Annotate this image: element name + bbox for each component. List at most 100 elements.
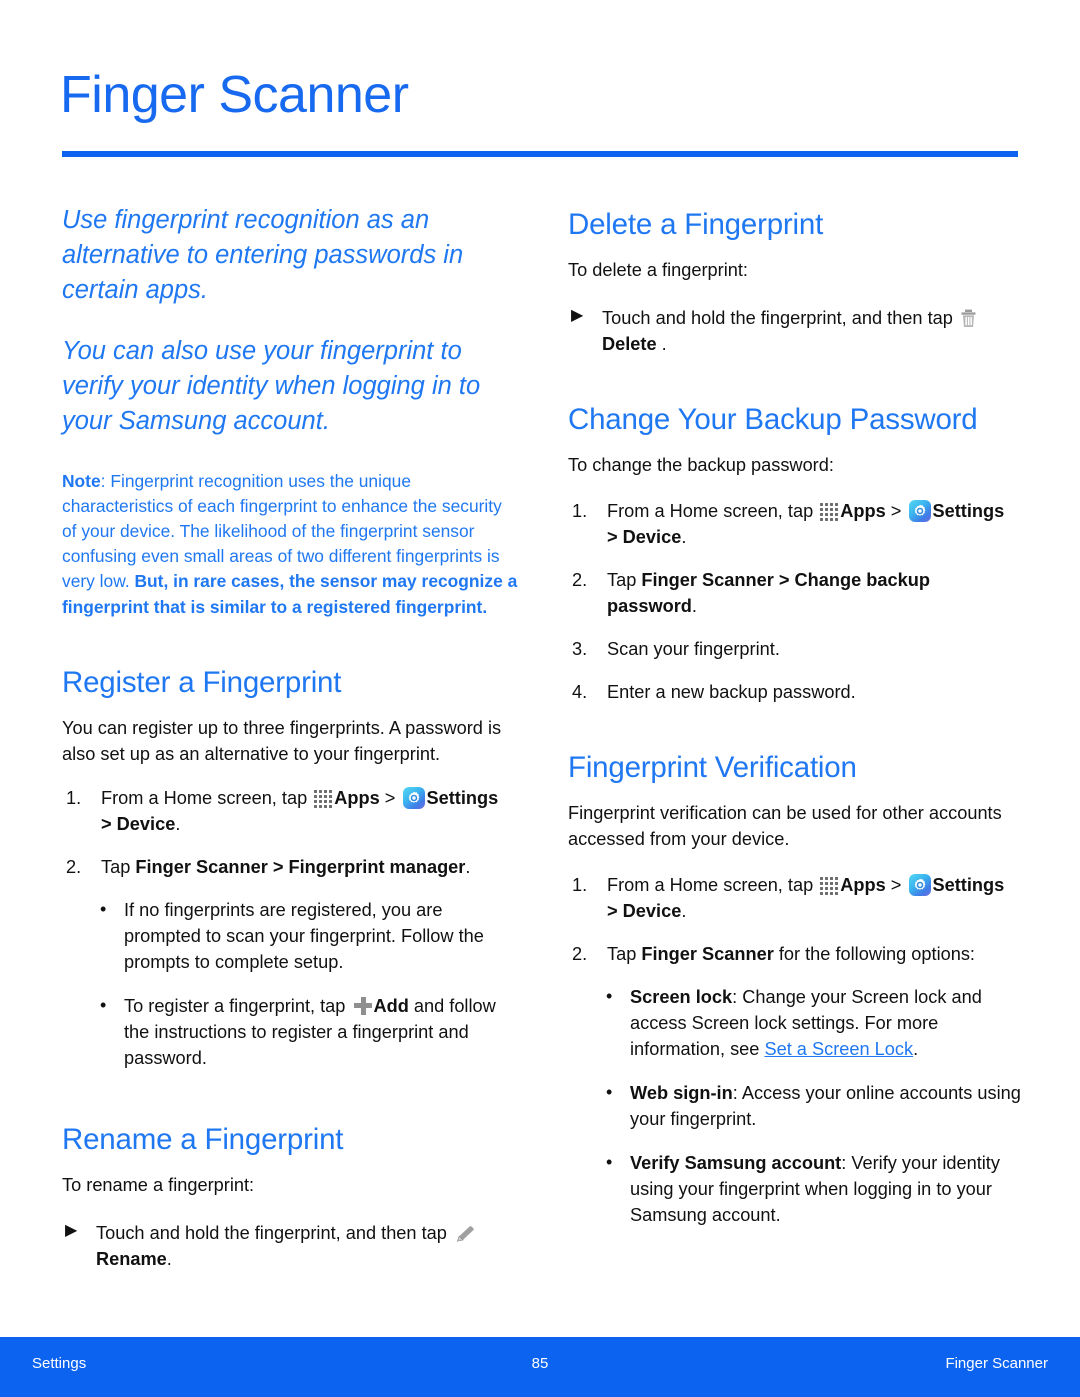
settings-icon [909, 873, 932, 896]
verification-intro: Fingerprint verification can be used for… [568, 802, 1002, 849]
gear-glyph [409, 791, 420, 803]
step-separator: > [885, 500, 907, 521]
list-item: 3. Scan your fingerprint. [568, 636, 1024, 662]
step-end: . [656, 333, 667, 354]
rename-label: Rename [96, 1248, 167, 1269]
section-heading-delete: Delete a Fingerprint [568, 208, 824, 241]
add-plus-icon [353, 996, 373, 1016]
bullet-glyph: • [100, 898, 107, 919]
step-text-pre: Tap [101, 856, 136, 877]
title-divider [62, 151, 1018, 157]
step-number: 2. [66, 856, 82, 877]
bullet-text: If no fingerprints are registered, you a… [124, 899, 484, 972]
change-backup-intro: To change the backup password: [568, 454, 834, 475]
lead-paragraph-1: Use fingerprint recognition as an altern… [62, 206, 464, 304]
list-item: 2. Tap Finger Scanner > Fingerprint manag… [62, 854, 518, 880]
step-tail-bold: > Device [607, 526, 682, 547]
register-bullets: • If no fingerprints are registered, you … [62, 897, 518, 1071]
step-number: 1. [572, 874, 588, 895]
option-term-screen-lock: Screen lock [630, 986, 733, 1007]
step-text: Scan your fingerprint. [607, 638, 780, 659]
step-tail-end: . [681, 526, 687, 547]
section-heading-register: Register a Fingerprint [62, 665, 342, 699]
apps-grid-icon [820, 876, 839, 895]
step-end: . [166, 1248, 172, 1269]
add-label: Add [373, 995, 409, 1016]
step-end: . [465, 856, 471, 877]
settings-icon [909, 499, 932, 522]
step-text-pre: Tap [607, 943, 642, 964]
list-item: ▶ Touch and hold the fingerprint, and the… [62, 1220, 518, 1272]
left-column: Use fingerprint recognition as an altern… [62, 203, 518, 1286]
list-item: • Screen lock: Change your Screen lock an… [604, 984, 1024, 1062]
trash-icon [960, 309, 977, 328]
section-heading-fingerprint-verification: Fingerprint Verification [568, 750, 857, 784]
step-number: 4. [572, 681, 588, 702]
footer-topic-label: Finger Scanner [945, 1355, 1048, 1372]
list-item: 2. Tap Finger Scanner for the following o… [568, 941, 1024, 967]
bullet-glyph: • [606, 1151, 613, 1172]
step-number: 2. [572, 943, 588, 964]
settings-icon [403, 786, 426, 809]
list-item: 2. Tap Finger Scanner > Change backup pas… [568, 567, 1024, 619]
bullet-text-pre: To register a fingerprint, tap [124, 995, 351, 1016]
verification-steps: 1. From a Home screen, tap Apps > Setting… [568, 872, 1024, 967]
step-text-pre: Tap [607, 569, 642, 590]
step-text-post: for the following options: [773, 943, 975, 964]
list-item: • Web sign-in: Access your online account… [604, 1080, 1024, 1132]
step-bold-text: Finger Scanner > Fingerprint manager [135, 856, 466, 877]
note-separator: : [100, 470, 111, 491]
settings-label: Settings [932, 874, 1005, 895]
arrow-bullet-icon: ▶ [65, 1221, 78, 1239]
apps-label: Apps [840, 874, 886, 895]
step-tail-bold: > Device [607, 900, 682, 921]
right-column: Delete a Fingerprint To delete a fingerp… [568, 203, 1024, 1246]
section-heading-rename: Rename a Fingerprint [62, 1122, 344, 1156]
option-text-end: . [913, 1038, 919, 1059]
list-item: • To register a fingerprint, tap Add and … [98, 993, 518, 1071]
step-bold-text: Finger Scanner [641, 943, 774, 964]
step-number: 2. [572, 569, 588, 590]
step-number: 1. [572, 500, 588, 521]
delete-steps: ▶ Touch and hold the fingerprint, and the… [568, 305, 1024, 357]
pencil-glyph [456, 1225, 474, 1242]
gear-glyph [915, 504, 926, 516]
section-heading-change-backup-password: Change Your Backup Password [568, 402, 978, 436]
change-backup-steps: 1. From a Home screen, tap Apps > Setting… [568, 498, 1024, 705]
step-tail-end: . [681, 900, 687, 921]
bullet-glyph: • [606, 1081, 613, 1102]
apps-grid-icon [314, 789, 333, 808]
step-text-pre: From a Home screen, tap [101, 787, 313, 808]
note-label: Note [62, 470, 101, 491]
lead-paragraph-2: You can also use your fingerprint to ver… [62, 336, 481, 435]
apps-label: Apps [840, 500, 886, 521]
list-item: • Verify Samsung account: Verify your ide… [604, 1150, 1024, 1228]
list-item: 1. From a Home screen, tap Apps > Setting… [568, 872, 1024, 924]
step-text-pre: Touch and hold the fingerprint, and then… [96, 1222, 452, 1243]
option-term-verify-samsung-account: Verify Samsung account [630, 1152, 842, 1173]
step-text: Enter a new backup password. [607, 681, 856, 702]
register-intro: You can register up to three fingerprint… [62, 717, 502, 764]
page-title: Finger Scanner [60, 66, 409, 124]
bullet-glyph: • [100, 994, 107, 1015]
rename-steps: ▶ Touch and hold the fingerprint, and the… [62, 1220, 518, 1272]
apps-grid-icon [820, 502, 839, 521]
step-tail-bold: > Device [101, 813, 176, 834]
step-end: . [691, 595, 697, 616]
verification-options: • Screen lock: Change your Screen lock an… [568, 984, 1024, 1228]
link-set-a-screen-lock[interactable]: Set a Screen Lock [764, 1039, 913, 1059]
delete-label: Delete [602, 333, 657, 354]
settings-label: Settings [932, 500, 1005, 521]
footer-page-number: 85 [531, 1355, 549, 1372]
option-term-web-signin: Web sign-in [630, 1082, 733, 1103]
step-tail-end: . [175, 813, 181, 834]
step-separator: > [379, 787, 401, 808]
settings-label: Settings [426, 787, 499, 808]
list-item: ▶ Touch and hold the fingerprint, and the… [568, 305, 1024, 357]
step-number: 3. [572, 638, 588, 659]
register-steps: 1. From a Home screen, tap Apps > Setting… [62, 785, 518, 880]
list-item: 1. From a Home screen, tap Apps > Setting… [568, 498, 1024, 550]
list-item: 4. Enter a new backup password. [568, 679, 1024, 705]
step-bold-text: Finger Scanner > Change backup password [607, 569, 930, 616]
step-number: 1. [66, 787, 82, 808]
